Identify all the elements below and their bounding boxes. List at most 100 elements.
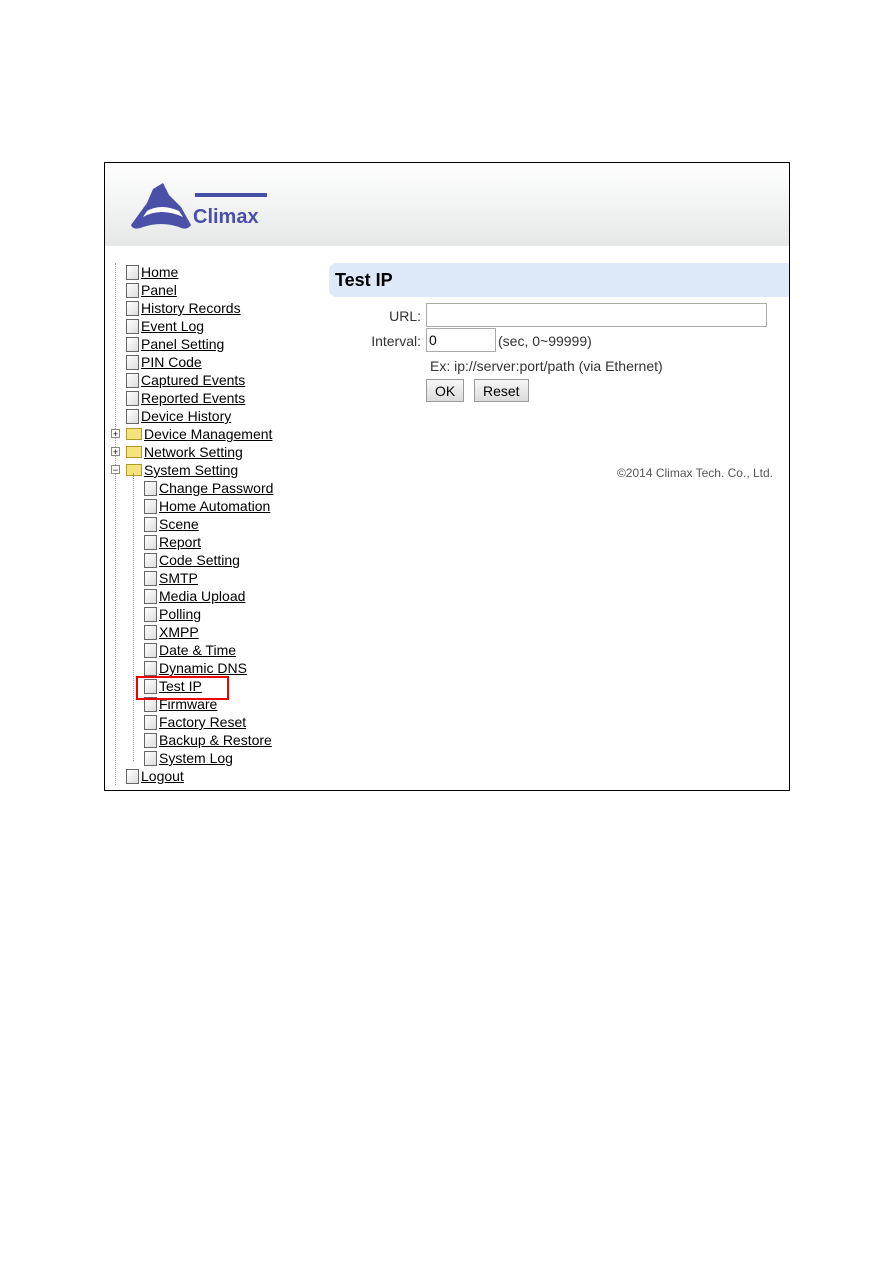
nav-subitem[interactable]: Backup & Restore [144, 731, 272, 749]
page-icon [126, 354, 139, 370]
nav-link[interactable]: Home Automation [159, 498, 270, 514]
ok-button[interactable]: OK [426, 379, 465, 402]
nav-link[interactable]: Date & Time [159, 642, 236, 658]
nav-link[interactable]: Event Log [141, 318, 204, 334]
nav-link[interactable]: Change Password [159, 480, 273, 496]
example-text: Ex: ip://server:port/path (via Ethernet) [430, 358, 663, 374]
selection-highlight [136, 676, 229, 700]
nav-link[interactable]: Logout [141, 768, 184, 784]
nav-subitem[interactable]: Report [144, 533, 201, 551]
interval-hint: (sec, 0~99999) [498, 333, 592, 349]
svg-text:Climax: Climax [193, 206, 259, 228]
page-icon [126, 390, 139, 406]
browser-page: Climax Home Panel History Records Event Log… [104, 162, 790, 791]
folder-icon [126, 428, 142, 440]
tree-line [115, 263, 116, 785]
nav-link[interactable]: Media Upload [159, 588, 245, 604]
nav-link[interactable]: Panel [141, 282, 177, 298]
nav-link[interactable]: PIN Code [141, 354, 202, 370]
nav-item[interactable]: Device History [126, 407, 231, 425]
nav-item[interactable]: Home [126, 263, 178, 281]
page-icon [144, 660, 157, 676]
nav-folder[interactable]: Device Management [126, 425, 272, 443]
page-icon [144, 624, 157, 640]
nav-link[interactable]: Captured Events [141, 372, 245, 388]
nav-link[interactable]: System Log [159, 750, 233, 766]
expand-icon[interactable]: + [111, 429, 120, 439]
nav-link[interactable]: Home [141, 264, 178, 280]
interval-label: Interval: [371, 333, 421, 349]
nav-link[interactable]: Backup & Restore [159, 732, 272, 748]
nav-item[interactable]: History Records [126, 299, 241, 317]
nav-link[interactable]: Panel Setting [141, 336, 224, 352]
nav-link[interactable]: History Records [141, 300, 241, 316]
copyright: ©2014 Climax Tech. Co., Ltd. [616, 466, 773, 480]
page-icon [144, 498, 157, 514]
page-icon [126, 300, 139, 316]
nav-folder[interactable]: Network Setting [126, 443, 243, 461]
interval-input[interactable] [426, 328, 496, 352]
nav-item[interactable]: PIN Code [126, 353, 202, 371]
nav-link[interactable]: Code Setting [159, 552, 240, 568]
page-icon [144, 642, 157, 658]
nav-subitem[interactable]: Dynamic DNS [144, 659, 247, 677]
collapse-icon[interactable]: − [111, 465, 120, 475]
nav-link[interactable]: Polling [159, 606, 201, 622]
tree-line [133, 473, 134, 761]
folder-icon [126, 464, 142, 476]
nav-subitem[interactable]: System Log [144, 749, 233, 767]
nav-link[interactable]: XMPP [159, 624, 199, 640]
nav-link[interactable]: Scene [159, 516, 199, 532]
page-icon [144, 750, 157, 766]
nav-subitem[interactable]: Scene [144, 515, 199, 533]
page-icon [144, 732, 157, 748]
nav-item[interactable]: Captured Events [126, 371, 245, 389]
nav-subitem[interactable]: Date & Time [144, 641, 236, 659]
climax-logo: Climax [129, 181, 269, 238]
url-label: URL: [389, 308, 421, 324]
nav-subitem[interactable]: Home Automation [144, 497, 270, 515]
page-icon [144, 606, 157, 622]
nav-link[interactable]: Network Setting [144, 444, 243, 460]
nav-subitem[interactable]: Factory Reset [144, 713, 246, 731]
nav-link[interactable]: Reported Events [141, 390, 245, 406]
page-icon [144, 516, 157, 532]
nav-item[interactable]: Event Log [126, 317, 204, 335]
nav-item[interactable]: Panel [126, 281, 177, 299]
page-icon [126, 336, 139, 352]
reset-button[interactable]: Reset [474, 379, 529, 402]
url-input[interactable] [426, 303, 767, 327]
nav-item[interactable]: Panel Setting [126, 335, 224, 353]
page-icon [126, 408, 139, 424]
nav-link[interactable]: Device History [141, 408, 231, 424]
nav-subitem[interactable]: SMTP [144, 569, 198, 587]
page-icon [126, 372, 139, 388]
expand-icon[interactable]: + [111, 447, 120, 457]
nav-folder[interactable]: System Setting [126, 461, 238, 479]
nav-subitem[interactable]: Polling [144, 605, 201, 623]
page-icon [144, 714, 157, 730]
nav-link[interactable]: Report [159, 534, 201, 550]
nav-subitem[interactable]: Change Password [144, 479, 273, 497]
nav-link[interactable]: Factory Reset [159, 714, 246, 730]
page-icon [126, 768, 139, 784]
page-icon [144, 534, 157, 550]
nav-link[interactable]: Dynamic DNS [159, 660, 247, 676]
nav-link[interactable]: System Setting [144, 462, 238, 478]
header: Climax [105, 163, 789, 246]
nav-link[interactable]: SMTP [159, 570, 198, 586]
nav-item[interactable]: Reported Events [126, 389, 245, 407]
page-icon [126, 264, 139, 280]
page-icon [144, 552, 157, 568]
folder-icon [126, 446, 142, 458]
page-title-bar: Test IP [329, 263, 789, 297]
nav-subitem[interactable]: Code Setting [144, 551, 240, 569]
nav-link[interactable]: Device Management [144, 426, 272, 442]
nav-subitem[interactable]: Media Upload [144, 587, 245, 605]
page-icon [144, 588, 157, 604]
page-icon [126, 282, 139, 298]
nav-subitem[interactable]: XMPP [144, 623, 199, 641]
page-icon [144, 570, 157, 586]
nav-logout[interactable]: Logout [126, 767, 184, 785]
page-icon [126, 318, 139, 334]
